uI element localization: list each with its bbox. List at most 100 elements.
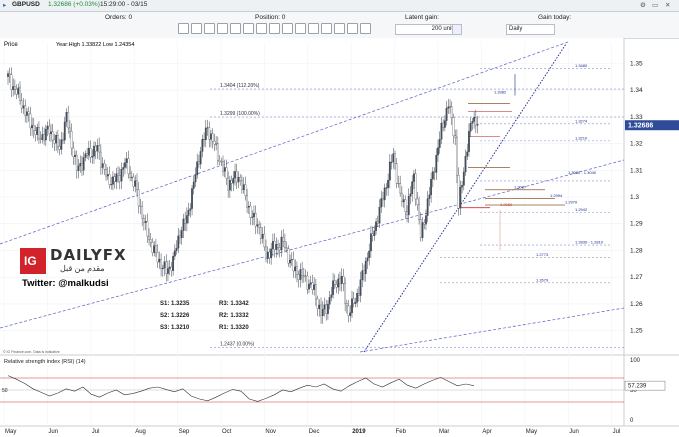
alarm-icon[interactable] (295, 23, 306, 34)
channel-tool-icon[interactable] (230, 23, 241, 34)
candle-body (235, 171, 238, 183)
time-label: 15:29:00 - 03/15 (100, 1, 148, 8)
y-tick-label: 1.26 (630, 301, 643, 308)
s3-level: S3: 1.3210 (160, 325, 190, 331)
candle-body (406, 211, 408, 216)
line-tool-icon[interactable] (191, 23, 202, 34)
close-icon[interactable]: ✕ (665, 1, 670, 9)
candle-body (388, 161, 391, 181)
candle-body (56, 135, 59, 147)
candle-body (72, 147, 75, 158)
candle-body (249, 205, 252, 218)
annotation-value: 1.2830 - 1.2810 (575, 240, 604, 245)
candle-body (466, 151, 469, 157)
candle-body (347, 305, 350, 316)
x-tick-label: May (526, 429, 537, 435)
candle-body (153, 245, 156, 253)
zoom-out-icon[interactable] (256, 23, 267, 34)
candle-body (39, 138, 42, 140)
candle-body (112, 176, 114, 185)
units-select[interactable]: 200 units (395, 24, 459, 35)
candle-body (364, 260, 367, 274)
candle-body (180, 230, 183, 239)
candle-body (430, 179, 433, 196)
candle-body (101, 163, 104, 168)
candle-body (237, 177, 240, 183)
candle-body (371, 233, 374, 236)
candle-body (468, 131, 470, 152)
candle-body (462, 171, 465, 186)
toolbar: Orders: 0 Position: 0 Latent gain: Gain … (0, 12, 679, 39)
chevron-icon[interactable]: ▸ (3, 1, 6, 9)
year-info: Year:High 1.33822 Low 1.24354 (56, 42, 134, 48)
candle-body (60, 139, 63, 150)
price-chart[interactable]: 1.3404 (112.20%) 1.3299 (100.00%) 1.2437 (… (0, 38, 679, 437)
candle-body (421, 222, 424, 238)
candle-body (223, 167, 226, 172)
candle-body (474, 117, 477, 126)
window-icon[interactable]: ▭ (652, 1, 658, 9)
y-tick-label: 1.32 (630, 141, 643, 148)
candle-body (311, 282, 314, 290)
annotation-value: 1.2960 (500, 202, 513, 207)
more-icon[interactable] (347, 23, 358, 34)
zoom-in-icon[interactable] (243, 23, 254, 34)
x-tick-label: Dec (309, 429, 320, 435)
candle-body (27, 111, 30, 115)
trash-icon[interactable] (308, 23, 319, 34)
units-spinner-icon[interactable] (452, 24, 462, 35)
candle-body (339, 278, 341, 284)
candle-body (234, 171, 236, 179)
candle-body (261, 233, 264, 239)
timeframe-select[interactable]: Daily (506, 24, 555, 35)
candle-body (99, 151, 102, 168)
gain-today-label: Gain today: (538, 14, 572, 21)
x-tick-label: Jun (48, 429, 58, 435)
candle-body (435, 154, 438, 173)
candle-body (187, 210, 190, 216)
candle-body (79, 163, 82, 167)
candle-body (337, 278, 340, 288)
layers-icon[interactable] (334, 23, 345, 34)
ig-logo-icon: IG (20, 248, 46, 274)
candle-body (124, 162, 126, 168)
candle-body (325, 304, 328, 314)
candle-body (215, 143, 218, 145)
candle-body (192, 181, 195, 189)
resistance-levels: R3: 1.3342 R2: 1.3332 R1: 1.3320 (219, 298, 249, 334)
candle-body (400, 192, 403, 203)
candle-body (194, 174, 197, 183)
candle-body (292, 259, 295, 272)
annotation-value: 1.3080 - 1.3040 (568, 170, 597, 175)
candle-body (179, 235, 181, 239)
candle-body (148, 235, 150, 240)
candle-body (440, 122, 443, 140)
text-tool-icon[interactable] (204, 23, 215, 34)
settings-icon[interactable]: ⚙ (640, 1, 646, 9)
candle-body (211, 133, 214, 142)
candle-body (289, 259, 291, 264)
candle-body (419, 219, 422, 238)
crosshair-tool-icon[interactable] (178, 23, 189, 34)
candle-body (206, 127, 209, 129)
candle-body (198, 161, 200, 165)
candle-body (383, 187, 386, 201)
palette-icon[interactable] (321, 23, 332, 34)
candle-body (244, 184, 247, 196)
candle-body (349, 312, 352, 316)
candle-body (41, 134, 44, 140)
s1-level: S1: 1.3235 (160, 301, 190, 307)
candle-body (19, 87, 21, 101)
camera-icon[interactable] (282, 23, 293, 34)
y-tick-label: 1.3 (630, 194, 639, 201)
rsi-panel (0, 356, 624, 426)
fib-label: 1.3299 (100.00%) (220, 111, 260, 117)
fib-tool-icon[interactable] (217, 23, 228, 34)
indicator-icon[interactable] (269, 23, 280, 34)
candle-body (127, 158, 130, 174)
candle-body (344, 283, 347, 304)
candle-body (447, 106, 450, 109)
candle-body (122, 167, 125, 170)
candle-body (67, 112, 70, 129)
settings-chart-icon[interactable] (360, 23, 371, 34)
